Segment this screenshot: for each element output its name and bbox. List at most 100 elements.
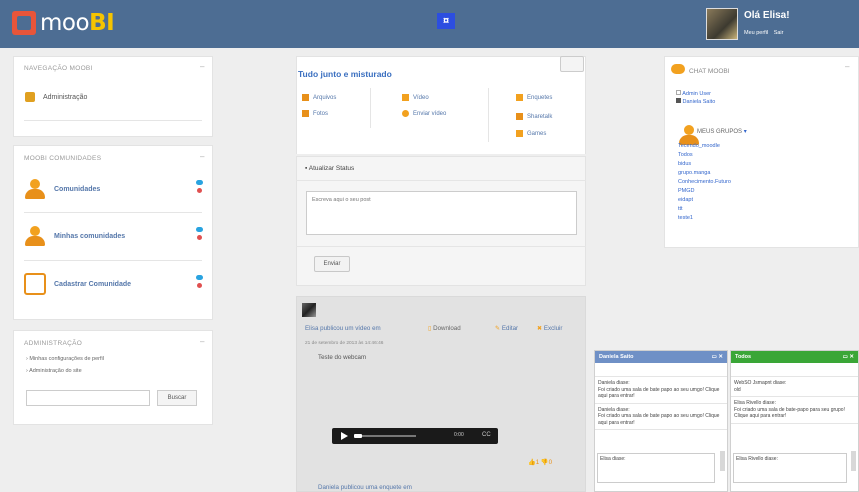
post-body: Teste do webcam <box>318 354 367 361</box>
user-avatar[interactable] <box>706 8 738 40</box>
chat-user-admin[interactable]: Admin User <box>676 90 711 97</box>
thumbs-up-icon[interactable]: 👍 <box>528 459 536 466</box>
chat-panel <box>664 56 859 248</box>
chat-window-todos: Todos ▭ ✕ WebSO Jsmapnt diase: old Elisa R… <box>730 350 859 492</box>
user-area: Olá Elisa! Meu perfil Sair <box>706 8 790 40</box>
admin-link-site-admin[interactable]: › Administração do site <box>26 368 82 374</box>
divider <box>370 88 371 128</box>
chat-window-controls-icon[interactable]: ▭ ✕ <box>712 354 723 360</box>
polls-icon <box>516 94 523 101</box>
post-edit[interactable]: ✎ Editar <box>495 325 518 332</box>
logout-link[interactable]: Sair <box>774 30 784 36</box>
community-share <box>196 180 204 193</box>
video-player[interactable]: 0:00 CC <box>332 428 498 444</box>
edit-community-icon <box>24 273 46 295</box>
community-item-communities[interactable]: Comunidades <box>24 178 100 200</box>
group-item[interactable]: Todos <box>678 152 693 158</box>
group-item[interactable]: eidapt <box>678 197 693 203</box>
post-author-avatar[interactable] <box>302 303 316 317</box>
category-files[interactable]: Arquivos <box>302 94 336 101</box>
rss-icon[interactable] <box>197 283 202 288</box>
delete-icon: ✖ <box>537 325 543 332</box>
chat-window-header[interactable]: Daniela Saito ▭ ✕ <box>595 351 727 363</box>
group-item[interactable]: ttt <box>678 206 683 212</box>
chat-window-controls-icon[interactable]: ▭ ✕ <box>843 354 854 360</box>
chat-panel-title: Chat moobi <box>689 68 730 75</box>
profile-link[interactable]: Meu perfil <box>744 30 768 36</box>
chat-input[interactable]: Elisa diase: <box>597 453 715 483</box>
community-item-my-communities[interactable]: Minhas comunidades <box>24 225 125 247</box>
chat-user-daniela[interactable]: Daniela Saito <box>676 98 715 105</box>
admin-search-input[interactable] <box>26 390 150 406</box>
user-status-icon <box>676 90 681 95</box>
category-sharetalk[interactable]: Sharetalk <box>516 113 552 120</box>
next-post-headline[interactable]: Daniela publicou uma enquete em <box>318 484 412 491</box>
community-share <box>196 275 204 288</box>
category-games[interactable]: Games <box>516 130 546 137</box>
edit-icon: ✎ <box>495 325 501 332</box>
admin-icon <box>25 92 35 102</box>
broken-image-icon: ¤ <box>437 13 455 29</box>
rss-icon[interactable] <box>197 188 202 193</box>
groups-title[interactable]: Meus grupos ▾ <box>697 128 747 135</box>
group-item[interactable]: PMGD <box>678 188 695 194</box>
chat-scrollbar[interactable] <box>851 451 856 471</box>
group-item[interactable]: Tecendo_moodle <box>678 143 720 149</box>
group-item[interactable]: grupo.manga <box>678 170 710 176</box>
status-input[interactable] <box>306 191 577 235</box>
chat-message: Daniela diase: Foi criado uma sala de bat… <box>595 377 727 404</box>
video-icon <box>402 94 409 101</box>
category-polls[interactable]: Enquetes <box>516 94 552 101</box>
games-icon <box>516 130 523 137</box>
category-send-video[interactable]: Enviar vídeo <box>402 110 446 117</box>
chat-input[interactable]: Elisa Rivello diase: <box>733 453 847 483</box>
chat-scrollbar[interactable] <box>720 451 725 471</box>
nav-panel-title: Navegação moobi <box>24 65 93 72</box>
post-download[interactable]: ▯ Download <box>428 325 461 332</box>
community-share <box>196 227 204 240</box>
rss-icon[interactable] <box>197 235 202 240</box>
group-item[interactable]: teste1 <box>678 215 693 221</box>
captions-icon[interactable]: CC <box>482 432 491 438</box>
admin-panel-title: Administração <box>24 340 83 347</box>
chevron-down-icon[interactable]: ▾ <box>744 129 747 135</box>
divider <box>296 246 586 247</box>
send-video-icon <box>402 110 409 117</box>
moobi-logo[interactable]: mooBI <box>12 10 115 36</box>
send-button[interactable]: Enviar <box>314 256 350 272</box>
divider <box>24 260 202 261</box>
twitter-icon[interactable] <box>196 275 203 280</box>
logo-mark-icon <box>12 11 36 35</box>
chat-message: Elisa Rivello diase: Foi criado uma sala … <box>731 397 858 424</box>
group-icon <box>24 225 46 247</box>
like-dislike[interactable]: 👍1 👎0 <box>528 458 552 466</box>
feed-options-button[interactable] <box>560 56 584 72</box>
chat-toggle-icon[interactable]: – <box>845 62 852 71</box>
post-headline[interactable]: Elisa publicou um vídeo em <box>305 325 381 332</box>
admin-search-button[interactable]: Buscar <box>157 390 197 406</box>
thumbs-down-icon[interactable]: 👎 <box>541 459 549 466</box>
feed-title: Tudo junto e misturado <box>298 69 392 79</box>
divider <box>24 120 202 121</box>
group-item[interactable]: bidus <box>678 161 691 167</box>
download-icon: ▯ <box>428 325 432 332</box>
play-icon[interactable] <box>341 432 348 440</box>
divider <box>488 88 489 142</box>
nav-item-admin[interactable]: Administração <box>25 92 87 102</box>
twitter-icon[interactable] <box>196 180 203 185</box>
admin-link-profile-settings[interactable]: › Minhas configurações de perfil <box>26 356 104 362</box>
photos-icon <box>302 110 309 117</box>
video-progress-bar[interactable] <box>354 434 416 438</box>
divider <box>296 180 586 181</box>
twitter-icon[interactable] <box>196 227 203 232</box>
category-video[interactable]: Vídeo <box>402 94 429 101</box>
post-delete[interactable]: ✖ Excluir <box>537 325 563 332</box>
people-icon <box>24 178 46 200</box>
group-item[interactable]: Conhecimento.Futuro <box>678 179 731 185</box>
category-photos[interactable]: Fotos <box>302 110 328 117</box>
files-icon <box>302 94 309 101</box>
chat-message: WebSO Jsmapnt diase: old <box>731 377 858 397</box>
community-item-register[interactable]: Cadastrar Comunidade <box>24 273 131 295</box>
chat-window-daniela: Daniela Saito ▭ ✕ Daniela diase: Foi criad… <box>594 350 728 492</box>
chat-window-header[interactable]: Todos ▭ ✕ <box>731 351 858 363</box>
